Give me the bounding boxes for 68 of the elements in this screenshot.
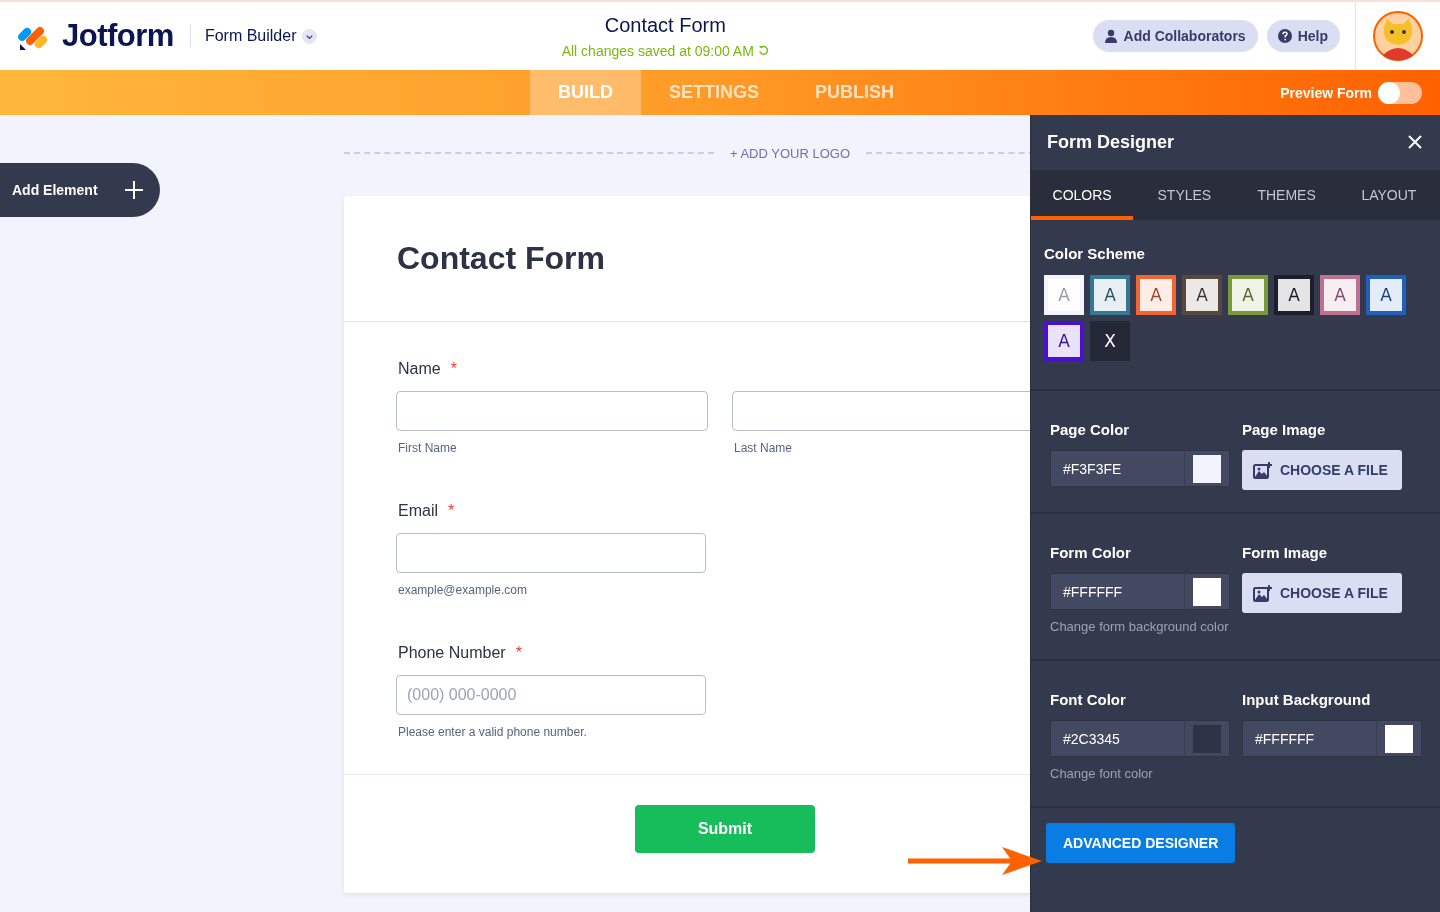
color-scheme-swatch[interactable]: A [1136,275,1176,315]
preview-toggle[interactable] [1378,81,1422,104]
text-field[interactable]: (000) 000-0000 [396,675,706,715]
color-scheme-swatch[interactable]: A [1228,275,1268,315]
choose-file-button[interactable]: CHOOSE A FILE [1242,450,1402,490]
field-sublabel: First Name [397,441,458,455]
field-sublabel: Please enter a valid phone number. [397,725,588,739]
setting-label: Page Image [1242,421,1327,438]
field-label: Phone Number [398,644,506,662]
color-value-field[interactable]: #2C3345 [1050,720,1184,757]
color-scheme-swatch[interactable]: A [1320,275,1360,315]
add-element-button[interactable]: Add Element [0,163,160,217]
choose-file-button[interactable]: CHOOSE A FILE [1242,573,1402,613]
image-add-icon [1253,461,1272,479]
color-value-field[interactable]: #F3F3FE [1050,450,1184,487]
section-label: Color Scheme [1044,245,1146,262]
image-add-icon [1253,584,1272,602]
color-swatch[interactable] [1193,577,1221,606]
plus-icon [124,180,144,200]
field-label: Email [398,502,438,520]
add-logo-link[interactable]: + ADD YOUR LOGO [729,145,850,161]
form-heading: Contact Form [397,240,605,277]
designer-tab[interactable]: COLORS [1031,170,1134,220]
help-icon [1277,29,1292,43]
color-swatch[interactable] [1385,724,1413,753]
form-title: Contact Form [604,13,726,37]
required-mark: * [450,360,457,378]
color-scheme-swatch[interactable]: A [1274,275,1314,315]
field-sublabel: example@example.com [397,583,528,597]
advanced-designer-button[interactable]: ADVANCED DESIGNER [1046,823,1236,863]
color-value-field[interactable]: #FFFFFF [1050,573,1184,610]
text-field[interactable] [396,533,706,573]
setting-label: Page Color [1050,421,1131,438]
setting-label: Form Image [1242,544,1329,561]
add-collaborators-button[interactable]: Add Collaborators [1092,20,1258,52]
setting-label: Input Background [1242,691,1372,708]
color-scheme-swatch[interactable]: A [1090,275,1130,315]
color-swatch[interactable] [1193,454,1221,483]
required-mark: * [515,644,522,662]
text-field[interactable] [732,391,1030,431]
required-mark: * [448,502,455,520]
close-button[interactable] [1408,134,1424,151]
preview-form-label: Preview Form [1280,84,1372,101]
setting-label: Font Color [1050,691,1127,708]
chevron-icon [302,28,318,44]
form-builder-menu[interactable]: Form Builder [204,27,318,45]
designer-tab[interactable]: THEMES [1235,170,1338,220]
avatar-icon[interactable] [1373,11,1423,61]
brand-name: Jotform [62,18,174,54]
color-scheme-swatch[interactable]: A [1044,321,1084,361]
color-scheme-swatch[interactable]: A [1182,275,1222,315]
color-scheme-swatch[interactable]: A [1366,275,1406,315]
panel-title: Form Designer [1047,132,1175,153]
help-button[interactable]: Help [1266,20,1340,52]
field-sublabel: Last Name [733,441,794,455]
setting-hint: Change font color [1050,765,1154,783]
no-scheme-swatch[interactable]: X [1090,321,1130,361]
designer-tab[interactable]: STYLES [1133,170,1236,220]
designer-tab[interactable]: LAYOUT [1337,170,1440,220]
user-icon [1103,29,1118,43]
save-status: All changes saved at 09:00 AM [561,42,754,59]
color-value-field[interactable]: #FFFFFF [1242,720,1376,757]
field-label: Name [398,360,441,378]
refresh-icon [757,45,769,56]
setting-label: Form Color [1050,544,1132,561]
text-field[interactable] [396,391,708,431]
setting-hint: Change form background color [1050,618,1230,636]
color-swatch[interactable] [1193,724,1221,753]
